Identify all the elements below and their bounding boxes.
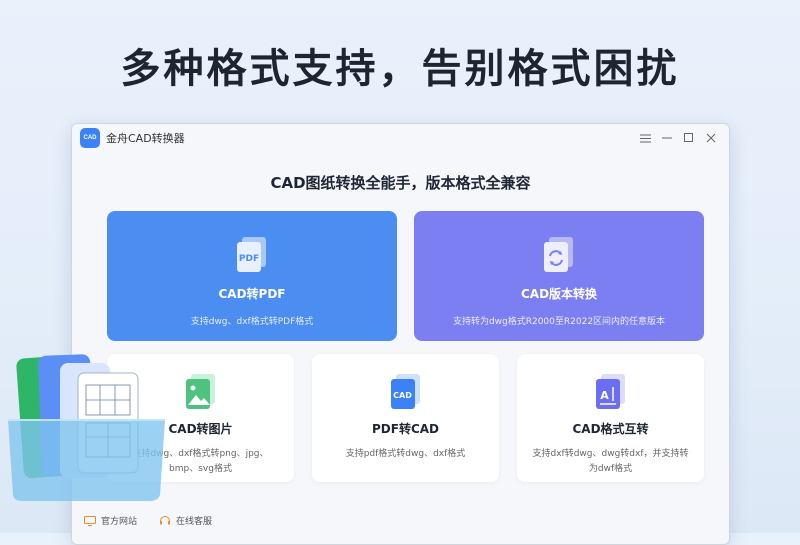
cad-to-pdf-title: CAD转PDF <box>218 287 286 301</box>
pdf-file-icon: PDF <box>232 235 272 275</box>
pdf-to-cad-title: PDF转CAD <box>371 422 439 436</box>
menu-icon[interactable] <box>639 132 651 144</box>
folder-illustration <box>8 354 165 501</box>
pdf-to-cad-card[interactable]: CAD PDF转CAD 支持pdf格式转dwg、dxf格式 <box>312 354 499 482</box>
headset-icon <box>160 516 171 525</box>
minimize-icon[interactable] <box>661 132 673 144</box>
cad-icon-label: CAD <box>393 391 412 400</box>
format-file-icon: A <box>591 372 631 412</box>
monitor-icon <box>84 515 96 526</box>
pdf-to-cad-desc: 支持pdf格式转dwg、dxf格式 <box>345 449 466 459</box>
cad-format-desc: 支持dxf转dwg、dwg转dxf，并支持转为dwf格式 <box>532 449 689 474</box>
online-service-link[interactable]: 在线客服 <box>159 514 212 527</box>
app-title: 金舟CAD转换器 <box>106 132 185 145</box>
cad-to-pdf-desc: 支持dwg、dxf格式转PDF格式 <box>190 317 314 327</box>
cad-version-title: CAD版本转换 <box>520 287 598 301</box>
cad-to-pdf-card[interactable]: PDF CAD转PDF 支持dwg、dxf格式转PDF格式 <box>107 211 397 341</box>
version-convert-icon <box>539 235 579 275</box>
cad-file-icon: CAD <box>386 372 426 412</box>
footer: 官方网站 在线客服 <box>84 514 212 527</box>
cad-format-card[interactable]: A CAD格式互转 支持dxf转dwg、dwg转dxf，并支持转为dwf格式 <box>517 354 704 482</box>
format-icon-label: A <box>600 389 609 402</box>
main-title: CAD图纸转换全能手，版本格式全兼容 <box>270 174 531 192</box>
pdf-icon-label: PDF <box>238 254 260 264</box>
official-website-link[interactable]: 官方网站 <box>84 514 137 527</box>
cad-version-card[interactable]: CAD版本转换 支持转为dwg格式R2000至R2022区间内的任意版本 <box>414 211 704 341</box>
official-website-label: 官方网站 <box>101 517 138 527</box>
online-service-label: 在线客服 <box>176 517 213 527</box>
image-file-icon <box>181 372 221 412</box>
cad-version-desc: 支持转为dwg格式R2000至R2022区间内的任意版本 <box>452 317 666 327</box>
app-logo-icon: CAD <box>80 128 100 148</box>
maximize-icon[interactable] <box>683 132 695 144</box>
app-logo-text: CAD <box>83 135 97 141</box>
cad-format-title: CAD格式互转 <box>572 422 649 436</box>
promo-headline: 多种格式支持，告别格式困扰 <box>120 46 680 92</box>
title-bar: CAD 金舟CAD转换器 <box>72 124 729 152</box>
close-icon[interactable] <box>705 132 717 144</box>
